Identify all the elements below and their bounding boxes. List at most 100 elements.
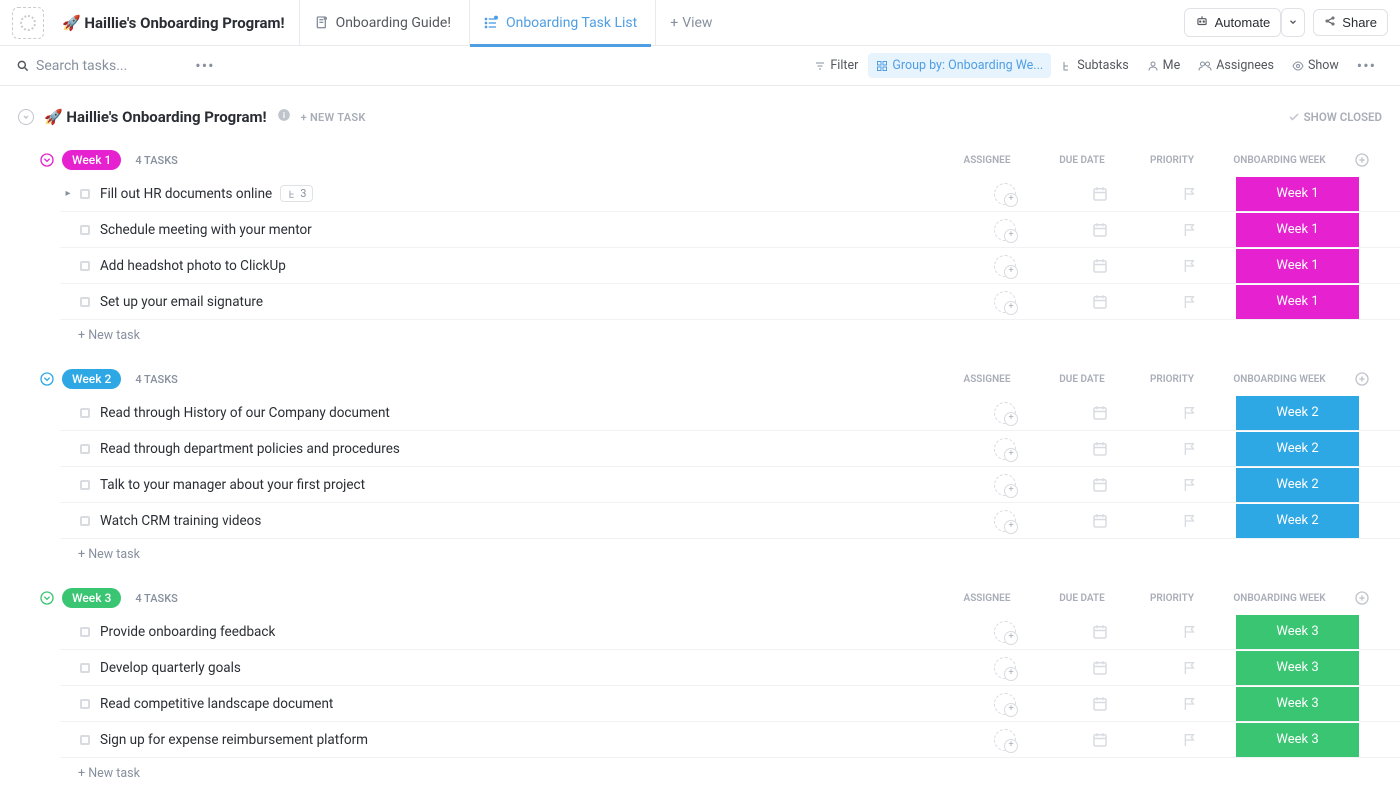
task-status-checkbox[interactable] xyxy=(80,663,90,673)
cell-onboarding-week[interactable]: Week 2 xyxy=(1235,396,1360,430)
group-pill[interactable]: Week 2 xyxy=(62,369,121,389)
col-header-assignee[interactable]: ASSIGNEE xyxy=(937,593,1037,604)
cell-due-date[interactable] xyxy=(1055,695,1145,713)
add-column-button[interactable] xyxy=(1342,152,1382,168)
col-header-due-date[interactable]: DUE DATE xyxy=(1037,155,1127,166)
cell-priority[interactable] xyxy=(1145,222,1235,238)
cell-assignee[interactable] xyxy=(955,621,1055,643)
col-header-priority[interactable]: PRIORITY xyxy=(1127,374,1217,385)
cell-assignee[interactable] xyxy=(955,402,1055,424)
task-expand-caret[interactable]: ▸ xyxy=(60,188,76,199)
cell-priority[interactable] xyxy=(1145,660,1235,676)
col-header-assignee[interactable]: ASSIGNEE xyxy=(937,155,1037,166)
list-breadcrumb-title[interactable]: 🚀 Haillie's Onboarding Program! xyxy=(52,14,295,32)
col-header-due-date[interactable]: DUE DATE xyxy=(1037,374,1127,385)
task-name[interactable]: Read competitive landscape document xyxy=(100,696,955,712)
cell-priority[interactable] xyxy=(1145,477,1235,493)
subtask-count-badge[interactable]: 3 xyxy=(280,185,313,202)
cell-onboarding-week[interactable]: Week 3 xyxy=(1235,615,1360,649)
task-row[interactable]: Provide onboarding feedback Week 3 xyxy=(60,614,1400,650)
task-name[interactable]: Add headshot photo to ClickUp xyxy=(100,258,955,274)
group-collapse-toggle[interactable] xyxy=(38,589,56,607)
task-status-checkbox[interactable] xyxy=(80,261,90,271)
cell-due-date[interactable] xyxy=(1055,659,1145,677)
task-row[interactable]: Read through History of our Company docu… xyxy=(60,395,1400,431)
cell-priority[interactable] xyxy=(1145,405,1235,421)
col-header-assignee[interactable]: ASSIGNEE xyxy=(937,374,1037,385)
task-status-checkbox[interactable] xyxy=(80,480,90,490)
cell-due-date[interactable] xyxy=(1055,404,1145,422)
task-row[interactable]: Develop quarterly goals Week 3 xyxy=(60,650,1400,686)
cell-priority[interactable] xyxy=(1145,732,1235,748)
task-status-checkbox[interactable] xyxy=(80,297,90,307)
cell-onboarding-week[interactable]: Week 2 xyxy=(1235,432,1360,466)
cell-priority[interactable] xyxy=(1145,696,1235,712)
cell-due-date[interactable] xyxy=(1055,257,1145,275)
automate-button[interactable]: Automate xyxy=(1184,8,1282,37)
task-row[interactable]: Watch CRM training videos Week 2 xyxy=(60,503,1400,539)
new-task-inline-button[interactable]: + New task xyxy=(0,539,1400,562)
cell-onboarding-week[interactable]: Week 1 xyxy=(1235,213,1360,247)
group-pill[interactable]: Week 1 xyxy=(62,150,121,170)
cell-due-date[interactable] xyxy=(1055,512,1145,530)
cell-assignee[interactable] xyxy=(955,474,1055,496)
task-name[interactable]: Set up your email signature xyxy=(100,294,955,310)
group-by-chip[interactable]: Group by: Onboarding We... xyxy=(868,53,1051,78)
cell-assignee[interactable] xyxy=(955,693,1055,715)
task-name[interactable]: Develop quarterly goals xyxy=(100,660,955,676)
new-task-inline-button[interactable]: + New task xyxy=(0,758,1400,781)
task-row[interactable]: Talk to your manager about your first pr… xyxy=(60,467,1400,503)
cell-due-date[interactable] xyxy=(1055,731,1145,749)
automate-dropdown[interactable] xyxy=(1281,8,1305,37)
cell-assignee[interactable] xyxy=(955,438,1055,460)
col-header-priority[interactable]: PRIORITY xyxy=(1127,155,1217,166)
cell-assignee[interactable] xyxy=(955,255,1055,277)
task-row[interactable]: Sign up for expense reimbursement platfo… xyxy=(60,722,1400,758)
cell-priority[interactable] xyxy=(1145,294,1235,310)
show-chip[interactable]: Show xyxy=(1284,53,1347,78)
cell-priority[interactable] xyxy=(1145,441,1235,457)
share-button[interactable]: Share xyxy=(1313,9,1388,36)
task-name[interactable]: Provide onboarding feedback xyxy=(100,624,955,640)
task-row[interactable]: Read through department policies and pro… xyxy=(60,431,1400,467)
info-icon[interactable]: i xyxy=(277,108,291,126)
search-input[interactable]: Search tasks... xyxy=(16,58,127,74)
tab-onboarding-guide[interactable]: Onboarding Guide! xyxy=(299,0,465,46)
group-collapse-toggle[interactable] xyxy=(38,151,56,169)
add-view-button[interactable]: + View xyxy=(655,0,726,46)
task-name[interactable]: Watch CRM training videos xyxy=(100,513,955,529)
cell-onboarding-week[interactable]: Week 1 xyxy=(1235,249,1360,283)
task-row[interactable]: Schedule meeting with your mentor Week 1 xyxy=(60,212,1400,248)
col-header-onboarding-week[interactable]: ONBOARDING WEEK xyxy=(1217,155,1342,166)
new-task-header-button[interactable]: + NEW TASK xyxy=(301,111,366,124)
cell-due-date[interactable] xyxy=(1055,293,1145,311)
task-status-checkbox[interactable] xyxy=(80,627,90,637)
task-name[interactable]: Schedule meeting with your mentor xyxy=(100,222,955,238)
cell-priority[interactable] xyxy=(1145,186,1235,202)
task-status-checkbox[interactable] xyxy=(80,516,90,526)
col-header-due-date[interactable]: DUE DATE xyxy=(1037,593,1127,604)
toolbar-more[interactable]: ••• xyxy=(1349,51,1384,80)
search-more-options[interactable]: ••• xyxy=(195,56,214,75)
cell-due-date[interactable] xyxy=(1055,185,1145,203)
task-name[interactable]: Sign up for expense reimbursement platfo… xyxy=(100,732,955,748)
task-name[interactable]: Read through History of our Company docu… xyxy=(100,405,955,421)
col-header-priority[interactable]: PRIORITY xyxy=(1127,593,1217,604)
task-status-checkbox[interactable] xyxy=(80,225,90,235)
col-header-onboarding-week[interactable]: ONBOARDING WEEK xyxy=(1217,593,1342,604)
subtasks-chip[interactable]: Subtasks xyxy=(1053,53,1136,78)
tab-onboarding-task-list[interactable]: Onboarding Task List xyxy=(469,0,651,46)
task-row[interactable]: Set up your email signature Week 1 xyxy=(60,284,1400,320)
task-status-checkbox[interactable] xyxy=(80,189,90,199)
cell-assignee[interactable] xyxy=(955,219,1055,241)
task-row[interactable]: ▸ Fill out HR documents online 3 Week 1 xyxy=(60,176,1400,212)
group-collapse-toggle[interactable] xyxy=(38,370,56,388)
task-row[interactable]: Read competitive landscape document Week… xyxy=(60,686,1400,722)
show-closed-button[interactable]: SHOW CLOSED xyxy=(1288,110,1382,124)
cell-due-date[interactable] xyxy=(1055,440,1145,458)
filter-chip[interactable]: Filter xyxy=(806,53,866,78)
task-name[interactable]: Read through department policies and pro… xyxy=(100,441,955,457)
cell-assignee[interactable] xyxy=(955,657,1055,679)
new-task-inline-button[interactable]: + New task xyxy=(0,320,1400,343)
collapse-all-icon[interactable] xyxy=(18,109,34,125)
